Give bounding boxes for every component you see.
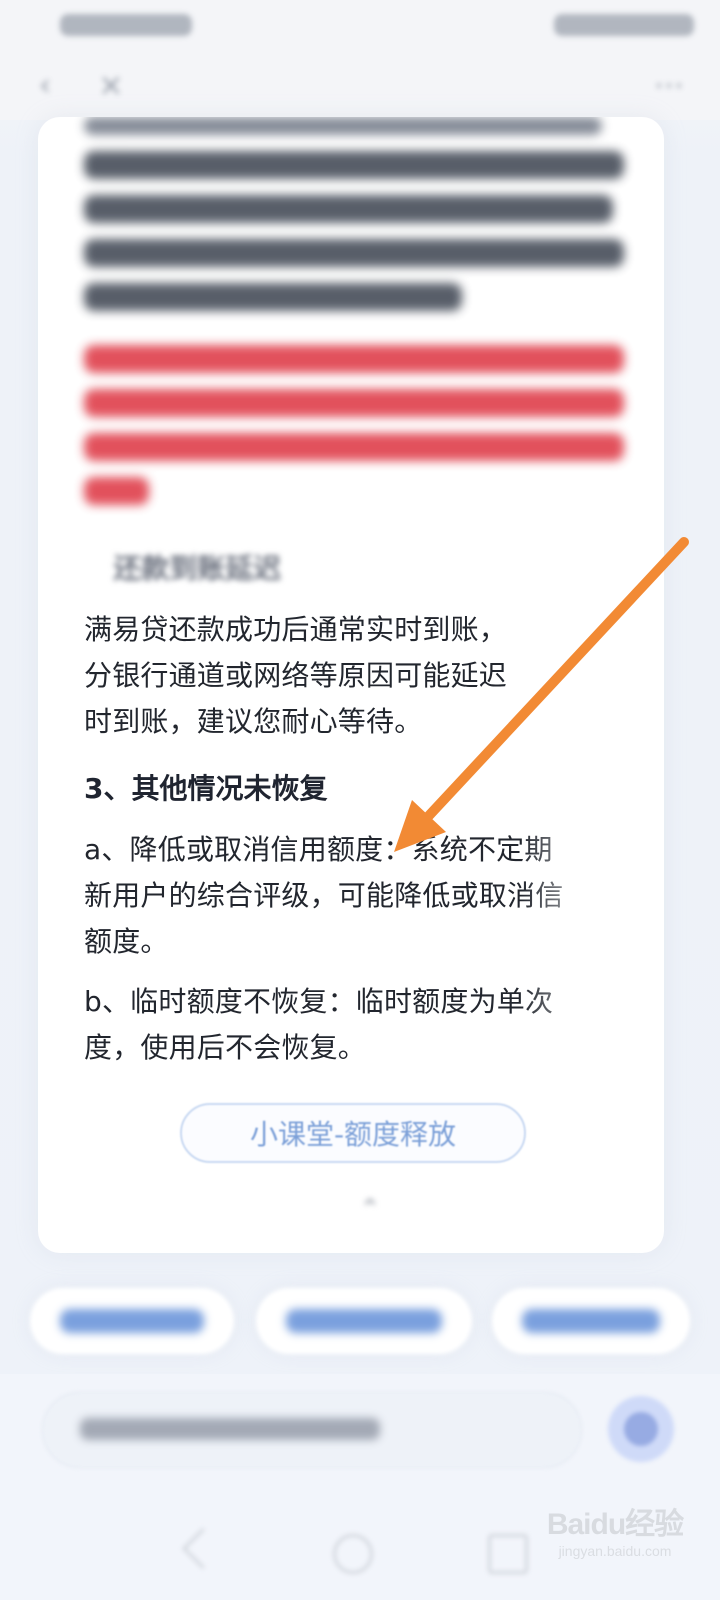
message-input[interactable]: [42, 1392, 582, 1468]
screen: ‹ × ⋯ 还款到账延迟 满易贷还款成功后通常实时到账， 分银行通道或网络等原因…: [0, 0, 720, 1600]
system-recent-icon[interactable]: [488, 1534, 528, 1574]
suggested-question-chip[interactable]: [492, 1288, 690, 1354]
send-icon: [624, 1412, 658, 1446]
suggested-question-chip[interactable]: [30, 1288, 234, 1354]
blurred-red-notice: [84, 345, 624, 521]
delay-paragraph: 满易贷还款成功后通常实时到账， 分银行通道或网络等原因可能延迟 时到账，建议您耐…: [84, 607, 630, 745]
mini-course-label: 小课堂-额度释放: [249, 1118, 457, 1151]
status-icons-left: [60, 14, 192, 36]
system-home-icon[interactable]: [333, 1534, 373, 1574]
heading-label: 还款到账延迟: [113, 552, 282, 585]
chevron-up-icon: ⌃: [359, 1193, 381, 1223]
watermark-url: jingyan.baidu.com: [558, 1543, 672, 1559]
send-button[interactable]: [608, 1396, 674, 1462]
delay-line-1: 满易贷还款成功后通常实时到账，: [84, 613, 508, 646]
temporary-limit-line-1: b、临时额度不恢复：临时额度为单次: [84, 985, 554, 1018]
watermark: Baidu经验 jingyan.baidu.com: [540, 1508, 690, 1582]
system-back-icon[interactable]: [181, 1527, 224, 1570]
limit-reduction-line-1: a、降低或取消信用额度：系统不定期: [84, 833, 553, 866]
page-title: [0, 63, 720, 103]
chip-label: [286, 1309, 442, 1333]
limit-reduction-line-2: 新用户的综合评级，可能降低或取消信: [84, 879, 564, 912]
mini-course-button[interactable]: 小课堂-额度释放: [180, 1103, 526, 1163]
top-navigation: ‹ × ⋯: [0, 50, 720, 120]
heading-number: [84, 552, 104, 585]
chip-label: [522, 1309, 660, 1333]
more-icon: ⋯: [654, 67, 684, 103]
suggested-questions: [30, 1288, 690, 1354]
limit-reduction-line-3: 额度。: [84, 925, 169, 958]
delay-line-3: 时到账，建议您耐心等待。: [84, 705, 423, 738]
status-bar: [0, 0, 720, 50]
collapse-toggle[interactable]: ⌃: [318, 1193, 402, 1223]
other-situations-heading: 3、其他情况未恢复: [84, 772, 328, 805]
temporary-limit-line-2: 度，使用后不会恢复。: [84, 1031, 367, 1064]
collapse-label-placeholder: [340, 1194, 356, 1223]
delay-section-heading: 还款到账延迟: [84, 547, 281, 587]
watermark-logo: Baidu经验: [546, 1508, 684, 1541]
blurred-paragraph-top: [84, 117, 624, 327]
limit-reduction-item: a、降低或取消信用额度：系统不定期 新用户的综合评级，可能降低或取消信 额度。: [84, 827, 630, 965]
message-input-placeholder: [80, 1418, 380, 1440]
temporary-limit-item: b、临时额度不恢复：临时额度为单次 度，使用后不会恢复。: [84, 979, 630, 1071]
more-button[interactable]: ⋯: [652, 67, 686, 103]
article-card: 还款到账延迟 满易贷还款成功后通常实时到账， 分银行通道或网络等原因可能延迟 时…: [38, 117, 664, 1253]
suggested-question-chip[interactable]: [256, 1288, 472, 1354]
delay-line-2: 分银行通道或网络等原因可能延迟: [84, 659, 508, 692]
status-icons-right: [554, 14, 694, 36]
chip-label: [60, 1309, 204, 1333]
